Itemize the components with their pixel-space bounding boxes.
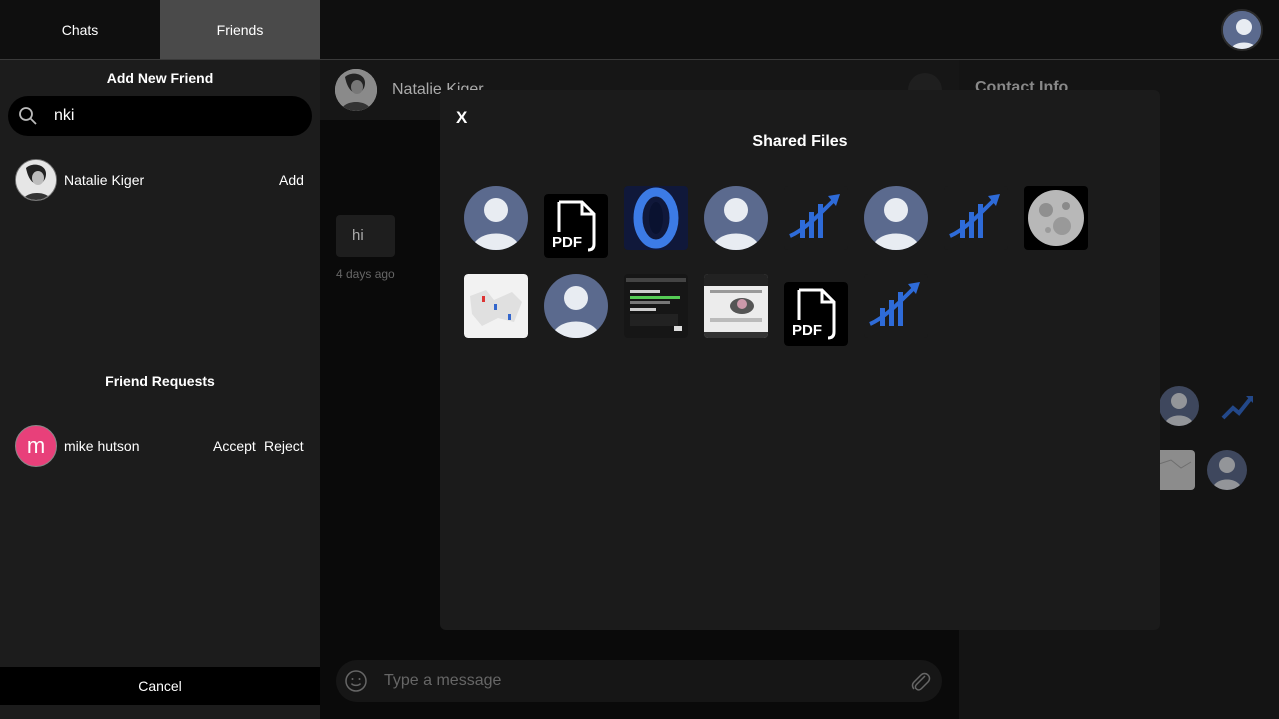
request-avatar: m bbox=[15, 425, 57, 467]
search-result-name: Natalie Kiger bbox=[64, 172, 145, 188]
message-bubble: hi bbox=[336, 215, 395, 257]
pdf-label: PDF bbox=[792, 322, 822, 339]
search-icon bbox=[19, 107, 37, 125]
request-name: mike hutson bbox=[64, 438, 140, 454]
friend-request-row: m mike hutson Accept Reject bbox=[0, 425, 320, 469]
shared-file-avatar-image[interactable] bbox=[544, 274, 608, 338]
shared-file-chart-logo[interactable] bbox=[784, 186, 848, 250]
tab-chats[interactable]: Chats bbox=[0, 0, 160, 59]
emoji-icon[interactable] bbox=[344, 669, 368, 693]
add-friend-button[interactable]: Add bbox=[279, 172, 304, 188]
message-composer bbox=[336, 660, 942, 702]
shared-file-avatar-image[interactable] bbox=[864, 186, 928, 250]
shared-file-avatar-image[interactable] bbox=[704, 186, 768, 250]
contact-shared-thumb[interactable] bbox=[1217, 386, 1257, 426]
chat-contact-avatar[interactable] bbox=[335, 69, 377, 111]
close-modal-button[interactable]: X bbox=[456, 108, 467, 128]
shared-file-screenshot[interactable] bbox=[704, 274, 768, 338]
shared-file-avatar-image[interactable] bbox=[464, 186, 528, 250]
search-result-row: Natalie Kiger Add bbox=[0, 159, 320, 203]
contact-shared-thumb[interactable] bbox=[1159, 386, 1199, 426]
shared-file-chart-logo[interactable] bbox=[864, 274, 928, 338]
friends-sidebar: Add New Friend Natalie Kiger Add Friend … bbox=[0, 60, 320, 719]
friend-search-input[interactable] bbox=[54, 104, 294, 128]
attachment-icon[interactable] bbox=[908, 669, 932, 693]
pdf-label: PDF bbox=[552, 234, 582, 251]
reject-button[interactable]: Reject bbox=[264, 438, 304, 454]
message-input[interactable] bbox=[384, 669, 884, 693]
contact-shared-thumb[interactable] bbox=[1207, 450, 1247, 490]
tab-friends[interactable]: Friends bbox=[160, 0, 320, 59]
shared-file-screenshot[interactable] bbox=[624, 274, 688, 338]
shared-file-map-image[interactable] bbox=[464, 274, 528, 338]
contact-shared-thumb[interactable] bbox=[1155, 450, 1195, 490]
friend-requests-heading: Friend Requests bbox=[105, 373, 215, 389]
top-bar: Chats Friends bbox=[0, 0, 1279, 60]
cancel-button[interactable]: Cancel bbox=[0, 667, 320, 705]
message-timestamp: 4 days ago bbox=[336, 267, 395, 281]
user-avatar[interactable] bbox=[1221, 9, 1263, 51]
shared-file-pdf[interactable]: PDF bbox=[784, 282, 848, 346]
shared-file-chart-logo[interactable] bbox=[944, 186, 1008, 250]
shared-file-ring-image[interactable] bbox=[624, 186, 688, 250]
shared-file-moon-image[interactable] bbox=[1024, 186, 1088, 250]
modal-title: Shared Files bbox=[752, 133, 848, 150]
friend-search-box[interactable] bbox=[8, 96, 312, 136]
shared-file-pdf[interactable]: PDF bbox=[544, 194, 608, 258]
shared-files-modal: X Shared Files PDF PDF bbox=[440, 90, 1160, 630]
add-friend-heading: Add New Friend bbox=[106, 70, 214, 86]
natalie-avatar bbox=[15, 159, 57, 201]
accept-button[interactable]: Accept bbox=[213, 438, 256, 454]
user-silhouette-icon bbox=[1223, 11, 1261, 49]
